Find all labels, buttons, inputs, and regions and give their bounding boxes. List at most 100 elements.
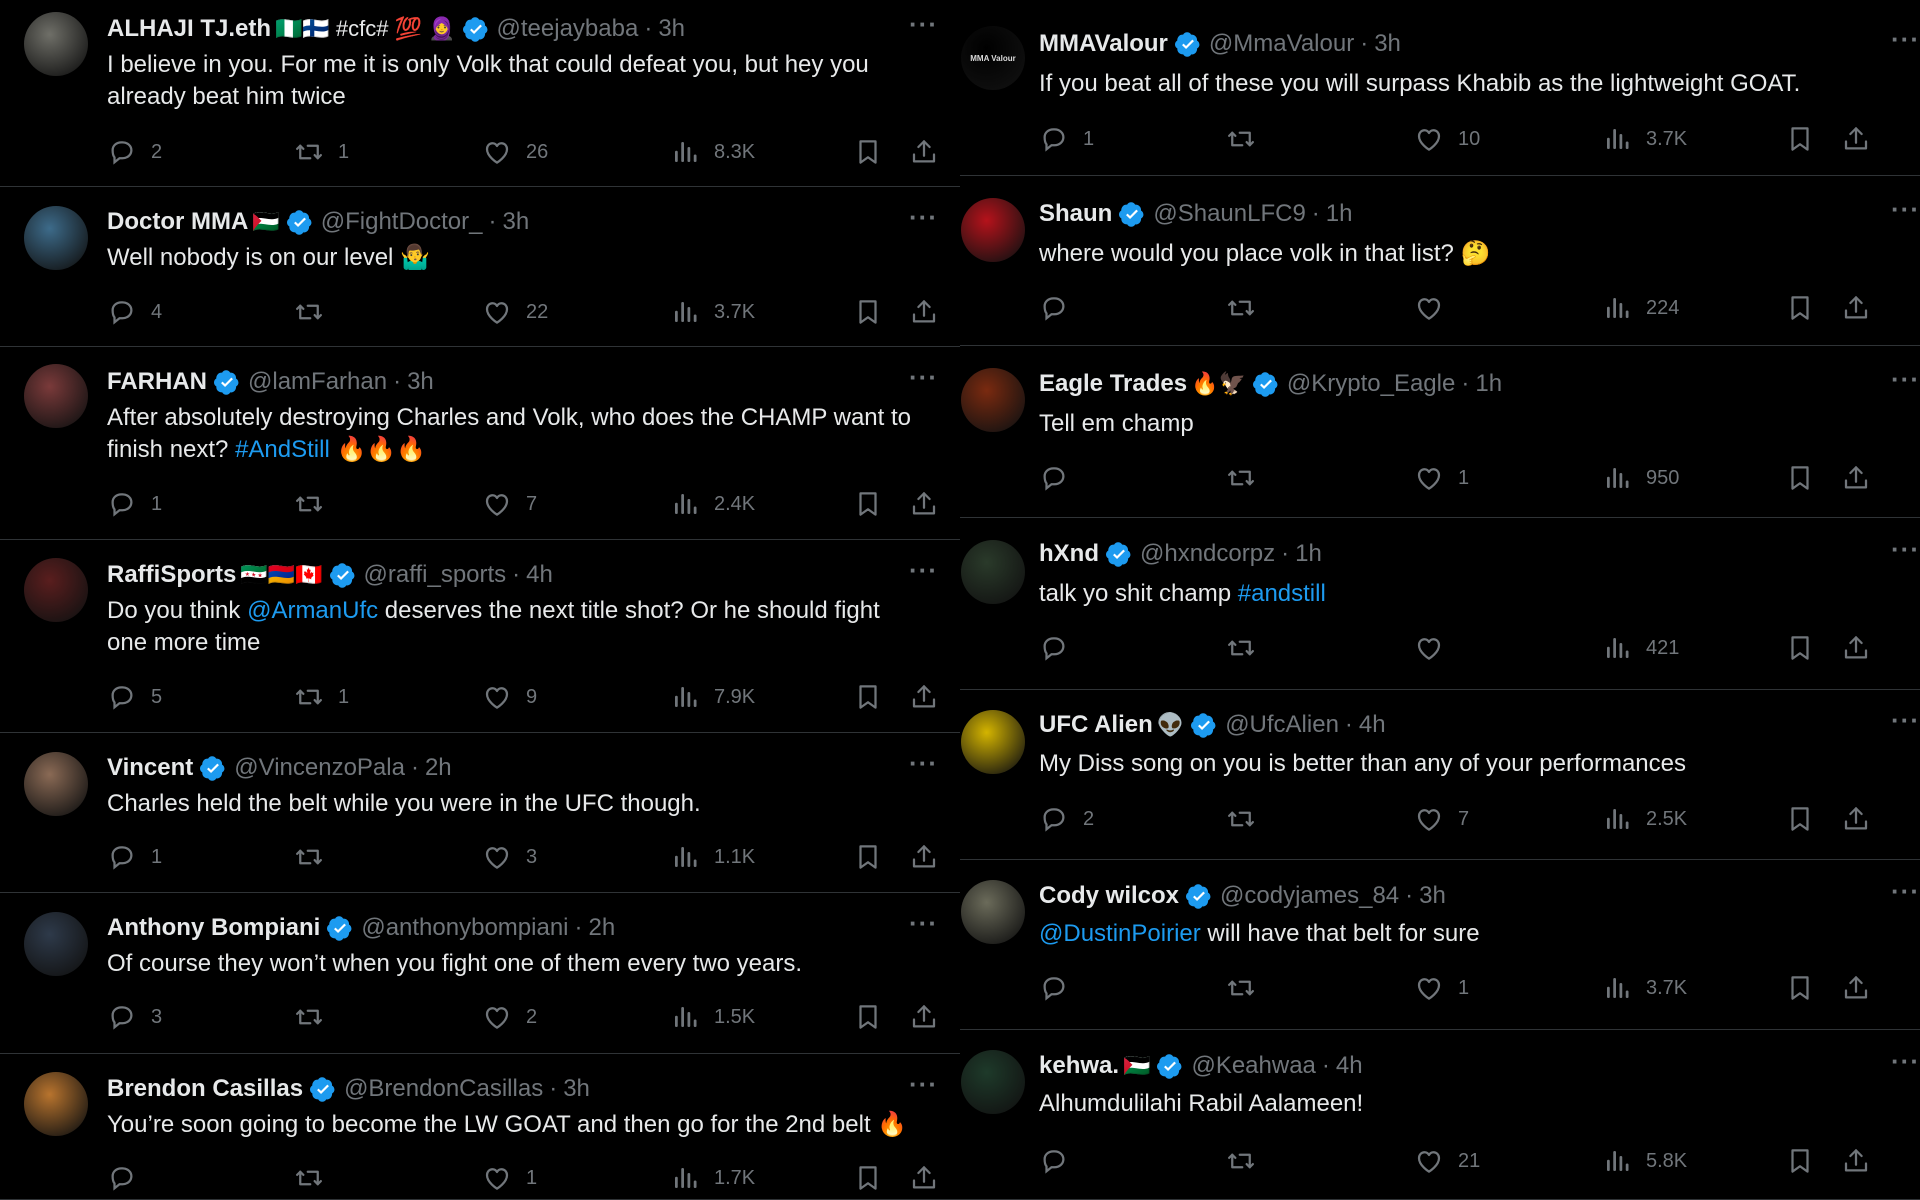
- bookmark-button[interactable]: [1785, 123, 1815, 155]
- display-name[interactable]: Brendon Casillas: [107, 1075, 303, 1103]
- timestamp[interactable]: 3h: [407, 368, 434, 396]
- bookmark-button[interactable]: [853, 136, 883, 168]
- retweet-button[interactable]: [1226, 972, 1270, 1004]
- tweet-reply[interactable]: Anthony Bompiani @anthonybompiani · 2h ··· Of…: [0, 893, 960, 1054]
- reply-button[interactable]: 2: [107, 136, 162, 168]
- more-icon[interactable]: ···: [909, 1069, 938, 1100]
- like-button[interactable]: 10: [1414, 123, 1480, 155]
- display-name[interactable]: Doctor MMA: [107, 208, 248, 236]
- tweet-link[interactable]: @ArmanUfc: [247, 597, 378, 624]
- retweet-button[interactable]: [1226, 123, 1270, 155]
- more-icon[interactable]: ···: [909, 908, 938, 939]
- reply-button[interactable]: [1039, 1145, 1083, 1177]
- more-icon[interactable]: ···: [909, 748, 938, 779]
- avatar[interactable]: MMA Valour: [961, 26, 1025, 90]
- user-handle[interactable]: @BrendonCasillas: [344, 1075, 543, 1103]
- display-name[interactable]: Eagle Trades: [1039, 370, 1187, 398]
- more-icon[interactable]: ···: [1891, 194, 1920, 225]
- more-icon[interactable]: ···: [1891, 534, 1920, 565]
- display-name[interactable]: ALHAJI TJ.eth: [107, 15, 271, 43]
- avatar[interactable]: [961, 1050, 1025, 1114]
- more-icon[interactable]: ···: [909, 9, 938, 40]
- retweet-button[interactable]: [1226, 1145, 1270, 1177]
- retweet-button[interactable]: 1: [294, 681, 349, 713]
- display-name[interactable]: Cody wilcox: [1039, 882, 1179, 910]
- reply-button[interactable]: 4: [107, 296, 162, 328]
- reply-button[interactable]: [107, 1162, 151, 1194]
- retweet-button[interactable]: [1226, 292, 1270, 324]
- views-button[interactable]: 421: [1602, 632, 1679, 664]
- tweet-reply[interactable]: MMA Valour MMAValour @MmaValour · 3h ··· If yo…: [960, 0, 1920, 176]
- more-icon[interactable]: ···: [909, 362, 938, 393]
- share-button[interactable]: [1841, 632, 1871, 664]
- user-handle[interactable]: @raffi_sports: [364, 561, 507, 589]
- timestamp[interactable]: 3h: [1374, 30, 1401, 58]
- timestamp[interactable]: 3h: [1419, 882, 1446, 910]
- tweet-reply[interactable]: hXnd @hxndcorpz · 1h ··· talk yo shit champ #…: [960, 518, 1920, 690]
- like-button[interactable]: 3: [482, 841, 537, 873]
- like-button[interactable]: 26: [482, 136, 548, 168]
- more-icon[interactable]: ···: [1891, 364, 1920, 395]
- display-name[interactable]: kehwa.: [1039, 1052, 1119, 1080]
- like-button[interactable]: 22: [482, 296, 548, 328]
- bookmark-button[interactable]: [853, 1162, 883, 1194]
- tweet-link[interactable]: #andstill: [1238, 580, 1326, 607]
- more-icon[interactable]: ···: [1891, 705, 1920, 736]
- reply-button[interactable]: 1: [1039, 123, 1094, 155]
- user-handle[interactable]: @teejaybaba: [497, 15, 639, 43]
- share-button[interactable]: [909, 488, 939, 520]
- views-button[interactable]: 3.7K: [1602, 972, 1687, 1004]
- reply-button[interactable]: 3: [107, 1001, 162, 1033]
- avatar[interactable]: [961, 368, 1025, 432]
- like-button[interactable]: 7: [1414, 803, 1469, 835]
- tweet-reply[interactable]: RaffiSports 🇸🇾🇦🇲🇨🇦 @raffi_sports · 4h ··· Do y…: [0, 540, 960, 733]
- reply-button[interactable]: [1039, 632, 1083, 664]
- retweet-button[interactable]: [294, 296, 338, 328]
- bookmark-button[interactable]: [853, 841, 883, 873]
- bookmark-button[interactable]: [853, 488, 883, 520]
- share-button[interactable]: [909, 841, 939, 873]
- like-button[interactable]: [1414, 632, 1458, 664]
- views-button[interactable]: 224: [1602, 292, 1679, 324]
- reply-button[interactable]: 1: [107, 841, 162, 873]
- views-button[interactable]: 2.4K: [670, 488, 755, 520]
- tweet-reply[interactable]: kehwa. 🇵🇸 @Keahwaa · 4h ··· Alhumdulilahi Rabi…: [960, 1030, 1920, 1200]
- like-button[interactable]: 1: [1414, 972, 1469, 1004]
- user-handle[interactable]: @anthonybompiani: [361, 914, 568, 942]
- timestamp[interactable]: 2h: [425, 754, 452, 782]
- retweet-button[interactable]: [294, 488, 338, 520]
- retweet-button[interactable]: [294, 1001, 338, 1033]
- share-button[interactable]: [1841, 972, 1871, 1004]
- user-handle[interactable]: @ShaunLFC9: [1153, 200, 1305, 228]
- more-icon[interactable]: ···: [1891, 1046, 1920, 1077]
- like-button[interactable]: [1414, 292, 1458, 324]
- share-button[interactable]: [909, 136, 939, 168]
- display-name[interactable]: Vincent: [107, 754, 193, 782]
- share-button[interactable]: [1841, 803, 1871, 835]
- avatar[interactable]: [24, 558, 88, 622]
- more-icon[interactable]: ···: [909, 202, 938, 233]
- share-button[interactable]: [1841, 462, 1871, 494]
- avatar[interactable]: [961, 880, 1025, 944]
- share-button[interactable]: [909, 296, 939, 328]
- retweet-button[interactable]: [1226, 632, 1270, 664]
- reply-button[interactable]: [1039, 292, 1083, 324]
- more-icon[interactable]: ···: [909, 555, 938, 586]
- views-button[interactable]: 1.5K: [670, 1001, 755, 1033]
- reply-button[interactable]: 2: [1039, 803, 1094, 835]
- user-handle[interactable]: @Keahwaa: [1191, 1052, 1315, 1080]
- tweet-link[interactable]: @DustinPoirier: [1039, 920, 1201, 947]
- avatar[interactable]: [24, 12, 88, 76]
- retweet-button[interactable]: [294, 841, 338, 873]
- timestamp[interactable]: 4h: [1336, 1052, 1363, 1080]
- tweet-reply[interactable]: UFC Alien 👽 @UfcAlien · 4h ··· My Diss song on…: [960, 690, 1920, 860]
- user-handle[interactable]: @hxndcorpz: [1140, 540, 1275, 568]
- timestamp[interactable]: 3h: [658, 15, 685, 43]
- avatar[interactable]: [961, 540, 1025, 604]
- share-button[interactable]: [1841, 123, 1871, 155]
- like-button[interactable]: 7: [482, 488, 537, 520]
- avatar[interactable]: [24, 752, 88, 816]
- retweet-button[interactable]: [1226, 462, 1270, 494]
- more-icon[interactable]: ···: [1891, 24, 1920, 55]
- timestamp[interactable]: 1h: [1475, 370, 1502, 398]
